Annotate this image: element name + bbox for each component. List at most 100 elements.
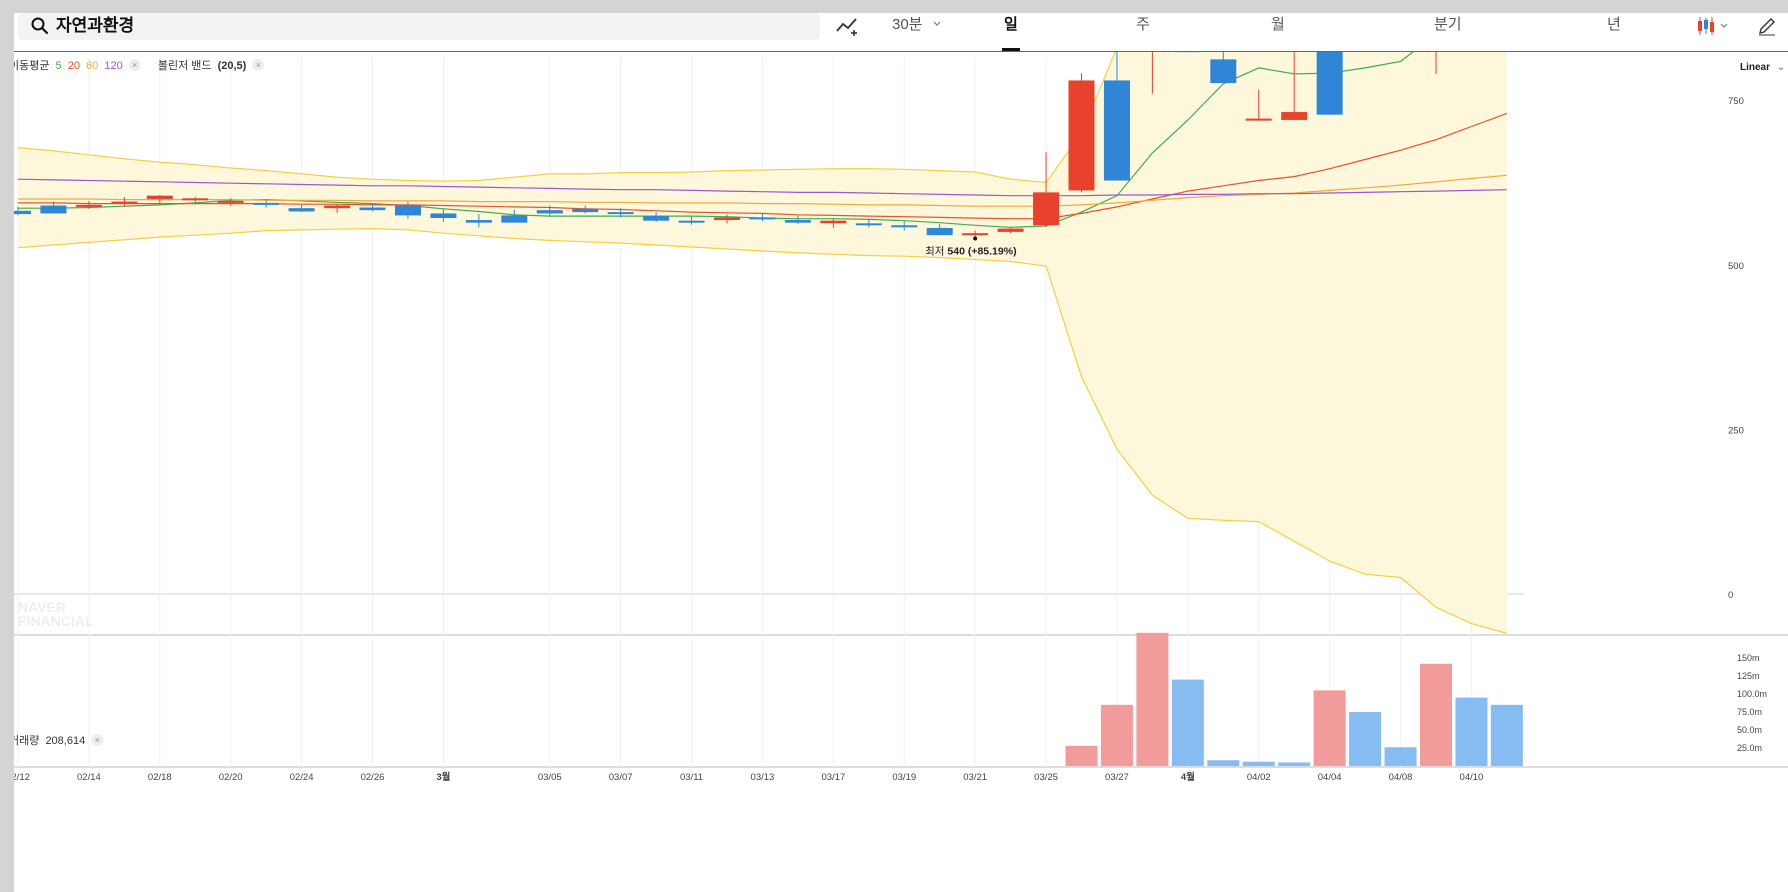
ma-period-60: 60 <box>86 60 99 72</box>
candlestick-type-icon[interactable] <box>1696 16 1730 36</box>
volume-tick-label: 150m <box>1737 653 1760 663</box>
tab-quarter[interactable]: 분기 <box>1434 13 1462 37</box>
candle-body <box>111 201 138 204</box>
candle-body <box>820 220 847 224</box>
x-tick-label: 03/05 <box>538 772 562 783</box>
x-tick-label: 02/12 <box>14 772 30 783</box>
volume-bar <box>1349 712 1382 766</box>
chart-canvas[interactable]: 02505007501,0001,2501,500 02/1202/1402/1… <box>14 13 1788 892</box>
pencil-icon[interactable] <box>1757 16 1777 36</box>
candle-body <box>678 220 705 223</box>
x-tick-label: 02/24 <box>290 772 314 783</box>
candle-body <box>146 195 173 199</box>
tab-month[interactable]: 월 <box>1271 13 1285 37</box>
candle-body <box>324 205 351 209</box>
candle-body <box>607 212 634 215</box>
candle-body <box>40 205 67 214</box>
candle-body <box>359 207 386 211</box>
x-tick-label: 02/20 <box>219 772 243 783</box>
candle-body <box>536 210 563 214</box>
ma-period-5: 5 <box>55 60 62 72</box>
x-tick-label: 4월 <box>1181 771 1195 783</box>
volume-bar <box>1207 760 1240 766</box>
chevron-down-icon: ⌄ <box>1776 62 1786 73</box>
date-axis: 02/12 02/14 02/18 02/20 02/24 02/26 3월 03/05 03/… <box>14 771 1483 783</box>
volume-bar <box>1171 679 1204 766</box>
x-tick-label: 03/13 <box>751 772 775 783</box>
candle <box>1068 73 1095 193</box>
x-tick-label: 04/04 <box>1318 772 1342 783</box>
low-marker-dot <box>973 236 978 241</box>
volume-bar <box>1242 761 1275 766</box>
tab-week[interactable]: 주 <box>1136 13 1150 37</box>
x-tick-label: 03/21 <box>963 772 987 783</box>
bb-label: 볼린저 밴드 <box>157 60 212 72</box>
candle-body <box>430 213 457 219</box>
volume-tick-label: 25.0m <box>1737 743 1762 753</box>
low-marker-label: 최저 540 (+85.19%) <box>925 245 1016 257</box>
candle-body <box>784 220 811 223</box>
search-icon <box>31 17 49 35</box>
candle-body <box>749 217 776 220</box>
candle-body <box>997 228 1024 232</box>
remove-volume-icon[interactable]: × <box>91 734 104 746</box>
candle-body <box>465 220 492 223</box>
ma-period-120: 120 <box>104 60 123 72</box>
ma-label: 이동평균 <box>14 60 50 72</box>
volume-bar <box>1384 747 1417 766</box>
candle-body <box>14 210 31 215</box>
tab-year[interactable]: 년 <box>1607 13 1621 37</box>
candle-body <box>891 225 918 228</box>
annotations: NAVERFINANCIAL1,000최고 1,083 (-7.66%)최저 5… <box>18 236 1017 629</box>
chevron-down-icon[interactable] <box>932 19 942 29</box>
x-tick-label: 03/11 <box>680 772 703 783</box>
y-tick-label: 500 <box>1728 261 1744 272</box>
remove-ma-icon[interactable]: × <box>128 59 141 71</box>
x-tick-label: 3월 <box>436 771 450 783</box>
add-indicator-icon[interactable] <box>836 16 862 36</box>
x-tick-label: 03/17 <box>821 772 845 783</box>
volume-bar <box>1278 762 1311 766</box>
tab-day[interactable]: 일 <box>1002 13 1020 51</box>
candle-body <box>1033 192 1060 226</box>
x-tick-label: 03/07 <box>609 772 633 783</box>
interval-select[interactable]: 30분 <box>892 13 923 37</box>
volume-legend: 거래량 208,614 × <box>14 732 104 748</box>
volume-bar <box>1136 632 1169 766</box>
ma-period-20: 20 <box>67 60 80 72</box>
remove-bb-icon[interactable]: × <box>252 59 265 71</box>
volume-bar <box>1490 704 1523 766</box>
candle-body <box>714 217 740 221</box>
candle-body <box>1245 118 1272 121</box>
x-tick-label: 03/19 <box>892 772 916 783</box>
watermark-text: FINANCIAL <box>18 613 94 629</box>
y-tick-label: 250 <box>1728 425 1744 436</box>
scale-mode-label: Linear <box>1740 62 1771 73</box>
bb-params: (20,5) <box>217 60 247 72</box>
candle-body <box>75 204 102 207</box>
candle-body <box>1210 59 1237 84</box>
x-tick-label: 03/25 <box>1034 772 1058 783</box>
candle-body <box>1103 80 1130 181</box>
x-tick-label: 02/18 <box>148 772 172 783</box>
candle-body <box>288 208 315 212</box>
x-tick-label: 02/26 <box>361 772 385 783</box>
candle-body <box>926 227 953 236</box>
candle-body <box>394 205 421 216</box>
x-tick-label: 03/27 <box>1105 772 1129 783</box>
volume-bars <box>1065 632 1523 766</box>
candle-body <box>253 202 280 205</box>
price-axis: 02505007501,0001,2501,500 <box>1728 96 1744 601</box>
indicator-legend: 이동평균 5 20 60 120 × 볼린저 밴드 (20,5) × <box>14 57 265 75</box>
volume-tick-label: 75.0m <box>1737 707 1762 717</box>
volume-tick-label: 50.0m <box>1737 725 1762 735</box>
volume-label: 거래량 <box>14 735 40 747</box>
scale-mode-select[interactable]: Linear ⌄ <box>1740 62 1785 73</box>
search-box[interactable]: 자연과환경 <box>18 13 820 40</box>
candle-body <box>1281 112 1308 120</box>
candle-body <box>182 198 209 201</box>
volume-bar <box>1420 663 1452 766</box>
volume-bar <box>1065 745 1098 766</box>
volume-axis: 25.0m 50.0m 75.0m 100.0m 125m 150m <box>1737 653 1767 753</box>
chart-app: 02505007501,0001,2501,500 02/1202/1402/1… <box>14 13 1788 892</box>
